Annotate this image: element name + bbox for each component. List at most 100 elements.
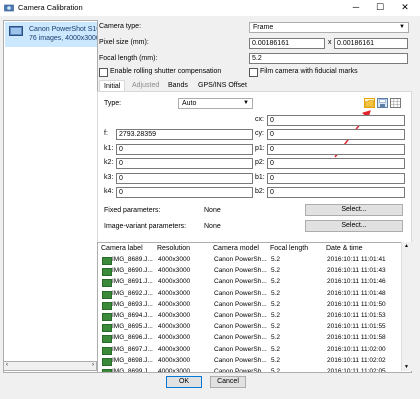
table-row[interactable]: IMG_8696.J... 4000x3000 Canon PowerSh... 5.… bbox=[98, 334, 398, 344]
table-cell: 5.2 bbox=[271, 312, 281, 319]
table-cell: 4000x3000 bbox=[158, 267, 191, 275]
image-icon bbox=[102, 290, 112, 299]
column-header-focal-length[interactable]: Focal length bbox=[270, 245, 308, 252]
table-cell: 5.2 bbox=[271, 289, 281, 297]
table-row[interactable]: IMG_8692.J... 4000x3000 Canon PowerSh... 5.… bbox=[98, 290, 398, 299]
pixel-size-label: Pixel size (mm): bbox=[99, 39, 149, 46]
k2-input[interactable]: 0 bbox=[116, 158, 253, 169]
pixel-size-x-input[interactable]: 0.00186161 bbox=[249, 38, 325, 49]
minimize-button[interactable]: ─ bbox=[348, 2, 364, 12]
image-variant-parameters-value: None bbox=[204, 223, 221, 230]
table-cell: 5.2 bbox=[271, 278, 281, 286]
tab-adjusted[interactable]: Adjusted bbox=[128, 80, 163, 91]
table-cell: 2016:10:11 11:01:53 bbox=[327, 312, 386, 319]
table-cell: Canon PowerSh... bbox=[214, 289, 267, 297]
cancel-button[interactable]: Cancel bbox=[210, 376, 246, 388]
table-cell: IMG_8689.J... bbox=[112, 256, 153, 263]
cy-input[interactable]: 0 bbox=[267, 129, 405, 140]
table-cell: 4000x3000 bbox=[158, 312, 191, 319]
table-cell: IMG_8696.J... bbox=[112, 334, 153, 342]
ok-button[interactable]: OK bbox=[166, 376, 202, 388]
pixel-size-y-input[interactable]: 0.00186161 bbox=[334, 38, 408, 49]
f-input[interactable]: 2793.28359 bbox=[116, 129, 253, 140]
p1-input[interactable]: 0 bbox=[267, 144, 405, 155]
table-cell: 4000x3000 bbox=[158, 356, 191, 364]
grid-icon[interactable] bbox=[390, 98, 401, 108]
column-header-resolution[interactable]: Resolution bbox=[157, 245, 190, 252]
p2-input[interactable]: 0 bbox=[267, 158, 405, 169]
table-cell: 5.2 bbox=[271, 345, 281, 353]
table-cell: 4000x3000 bbox=[158, 289, 191, 297]
table-row[interactable]: IMG_8690.J... 4000x3000 Canon PowerSh... 5.… bbox=[98, 267, 398, 277]
b1-input[interactable]: 0 bbox=[267, 173, 405, 184]
tab-bands[interactable]: Bands bbox=[164, 80, 192, 91]
table-cell: 4000x3000 bbox=[158, 368, 191, 373]
table-cell: IMG_8691.J... bbox=[112, 278, 153, 286]
table-cell: Canon PowerSh... bbox=[214, 267, 267, 275]
close-button[interactable]: ✕ bbox=[397, 2, 413, 13]
table-row[interactable]: IMG_8698.J... 4000x3000 Canon PowerSh... 5.… bbox=[98, 357, 398, 366]
k4-label: k4: bbox=[104, 188, 114, 195]
rolling-shutter-checkbox[interactable] bbox=[99, 68, 108, 77]
fixed-parameters-label: Fixed parameters: bbox=[104, 207, 161, 214]
scroll-up-icon[interactable]: ▲ bbox=[404, 243, 409, 249]
image-icon bbox=[102, 369, 112, 372]
cx-input[interactable]: 0 bbox=[267, 115, 405, 126]
table-cell: IMG_8694.J... bbox=[112, 312, 153, 319]
tab-gps-ins-offset[interactable]: GPS/INS Offset bbox=[194, 80, 251, 91]
table-row[interactable]: IMG_8699.J... 4000x3000 Canon PowerSh... 5.… bbox=[98, 368, 398, 373]
pixel-size-separator: x bbox=[328, 39, 332, 46]
type-select[interactable]: Auto ▼ bbox=[178, 98, 253, 109]
image-icon bbox=[102, 357, 112, 366]
scroll-right-icon[interactable]: › bbox=[92, 362, 94, 368]
table-cell: 4000x3000 bbox=[158, 334, 191, 342]
camera-info: 76 images, 4000x3000 p bbox=[29, 35, 98, 42]
k3-input[interactable]: 0 bbox=[116, 173, 253, 184]
camera-calibration-icon bbox=[4, 4, 14, 12]
column-header-camera-model[interactable]: Camera model bbox=[213, 245, 259, 252]
table-row[interactable]: IMG_8693.J... 4000x3000 Canon PowerSh... 5.… bbox=[98, 301, 398, 310]
image-icon bbox=[102, 346, 112, 355]
camera-name: Canon PowerShot S100 bbox=[29, 26, 98, 33]
image-table[interactable]: IMG_8689.J... 4000x3000 Canon PowerSh... 5.… bbox=[97, 242, 412, 373]
table-cell: 5.2 bbox=[271, 300, 281, 308]
table-row[interactable]: IMG_8691.J... 4000x3000 Canon PowerSh... 5.… bbox=[98, 278, 398, 288]
scroll-left-icon[interactable]: ‹ bbox=[6, 362, 8, 368]
column-header-camera-label[interactable]: Camera label bbox=[101, 245, 143, 252]
scroll-down-icon[interactable]: ▼ bbox=[404, 364, 409, 370]
focal-length-input[interactable]: 5.2 bbox=[249, 53, 408, 64]
table-cell: 2016:10:11 11:01:46 bbox=[327, 278, 386, 286]
table-row[interactable]: IMG_8694.J... 4000x3000 Canon PowerSh... 5.… bbox=[98, 312, 398, 321]
table-cell: 5.2 bbox=[271, 334, 281, 342]
k1-input[interactable]: 0 bbox=[116, 144, 253, 155]
table-cell: 2016:10:11 11:01:50 bbox=[327, 300, 386, 308]
save-icon[interactable] bbox=[377, 98, 388, 108]
camera-list[interactable]: Canon PowerShot S100 76 images, 4000x300… bbox=[3, 20, 98, 373]
table-cell: Canon PowerSh... bbox=[214, 278, 267, 286]
film-camera-checkbox[interactable] bbox=[249, 68, 258, 77]
type-value: Auto bbox=[182, 100, 197, 107]
table-row[interactable]: IMG_8689.J... 4000x3000 Canon PowerSh... 5.… bbox=[98, 256, 398, 265]
focal-length-label: Focal length (mm): bbox=[99, 55, 158, 62]
table-cell: Canon PowerSh... bbox=[214, 300, 267, 308]
maximize-button[interactable]: ☐ bbox=[372, 2, 388, 13]
fixed-parameters-select-button[interactable]: Select... bbox=[305, 204, 403, 216]
table-row[interactable]: IMG_8695.J... 4000x3000 Canon PowerSh... 5.… bbox=[98, 323, 398, 333]
image-variant-select-button[interactable]: Select... bbox=[305, 220, 403, 232]
p2-label: p2: bbox=[255, 159, 265, 166]
table-cell: 2016:10:11 11:02:00 bbox=[327, 345, 386, 353]
p1-label: p1: bbox=[255, 145, 265, 152]
k4-input[interactable]: 0 bbox=[116, 187, 253, 198]
cx-label: cx: bbox=[255, 116, 264, 123]
camera-type-select[interactable]: Frame ▼ bbox=[249, 22, 409, 33]
table-vertical-scrollbar[interactable]: ▲ ▼ bbox=[401, 242, 412, 371]
table-cell: 5.2 bbox=[271, 368, 281, 373]
table-cell: 4000x3000 bbox=[158, 323, 191, 331]
column-header-date-time[interactable]: Date & time bbox=[326, 245, 363, 252]
type-label: Type: bbox=[104, 100, 122, 107]
b2-input[interactable]: 0 bbox=[267, 187, 405, 198]
camera-list-item[interactable]: Canon PowerShot S100 76 images, 4000x300… bbox=[5, 22, 98, 47]
left-horizontal-scrollbar[interactable]: ‹ › bbox=[3, 361, 97, 371]
table-row[interactable]: IMG_8697.J... 4000x3000 Canon PowerSh... 5.… bbox=[98, 346, 398, 355]
table-cell: Canon PowerSh... bbox=[214, 334, 267, 342]
